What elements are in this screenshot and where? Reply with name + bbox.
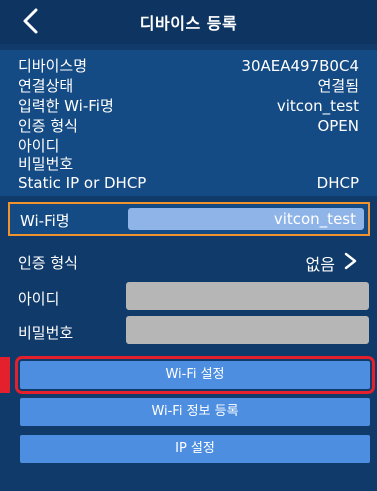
auth-type-label: 인증 형식 bbox=[18, 254, 78, 272]
info-value: OPEN bbox=[317, 117, 359, 135]
info-value: 연결됨 bbox=[317, 77, 359, 95]
password-input[interactable] bbox=[126, 316, 369, 344]
info-label: 입력한 Wi-Fi명 bbox=[18, 97, 114, 115]
wifi-setting-button[interactable]: Wi-Fi 설정 bbox=[15, 356, 375, 394]
id-row: 아이디 bbox=[18, 280, 369, 314]
info-row-auth-type: 인증 형식 OPEN bbox=[18, 116, 359, 136]
page-title: 디바이스 등록 bbox=[139, 14, 238, 33]
password-row: 비밀번호 bbox=[18, 314, 369, 348]
wifi-name-input[interactable]: vitcon_test bbox=[128, 208, 364, 230]
info-value: DHCP bbox=[316, 174, 359, 192]
info-row-device-name: 디바이스명 30AEA497B0C4 bbox=[18, 56, 359, 76]
info-label: 연결상태 bbox=[18, 77, 74, 95]
highlight-marker bbox=[0, 357, 10, 393]
info-label: 아이디 bbox=[18, 137, 60, 155]
info-row-ip-mode: Static IP or DHCP DHCP bbox=[18, 173, 359, 193]
wifi-name-label: Wi-Fi명 bbox=[20, 212, 70, 230]
info-label: Static IP or DHCP bbox=[18, 174, 147, 192]
info-label: 비밀번호 bbox=[18, 155, 74, 173]
info-row-connection: 연결상태 연결됨 bbox=[18, 76, 359, 96]
auth-type-row[interactable]: 인증 형식 없음 bbox=[18, 244, 369, 278]
ip-setting-button[interactable]: IP 설정 bbox=[20, 435, 370, 463]
password-label: 비밀번호 bbox=[18, 324, 74, 342]
chevron-right-icon[interactable] bbox=[343, 252, 359, 270]
id-input[interactable] bbox=[126, 282, 369, 310]
wifi-name-row: Wi-Fi명 vitcon_test bbox=[8, 202, 370, 236]
info-value: 30AEA497B0C4 bbox=[241, 57, 359, 75]
id-label: 아이디 bbox=[18, 290, 60, 308]
wifi-register-button[interactable]: Wi-Fi 정보 등록 bbox=[20, 398, 370, 426]
header-bar: 디바이스 등록 bbox=[0, 0, 377, 44]
info-label: 인증 형식 bbox=[18, 117, 78, 135]
info-label: 디바이스명 bbox=[18, 57, 88, 75]
info-row-id: 아이디 bbox=[18, 136, 359, 156]
info-row-password: 비밀번호 bbox=[18, 154, 359, 174]
auth-type-value[interactable]: 없음 bbox=[306, 251, 335, 275]
info-row-entered-wifi: 입력한 Wi-Fi명 vitcon_test bbox=[18, 96, 359, 116]
info-value: vitcon_test bbox=[276, 97, 359, 115]
device-info-panel: 디바이스명 30AEA497B0C4 연결상태 연결됨 입력한 Wi-Fi명 v… bbox=[0, 50, 377, 196]
